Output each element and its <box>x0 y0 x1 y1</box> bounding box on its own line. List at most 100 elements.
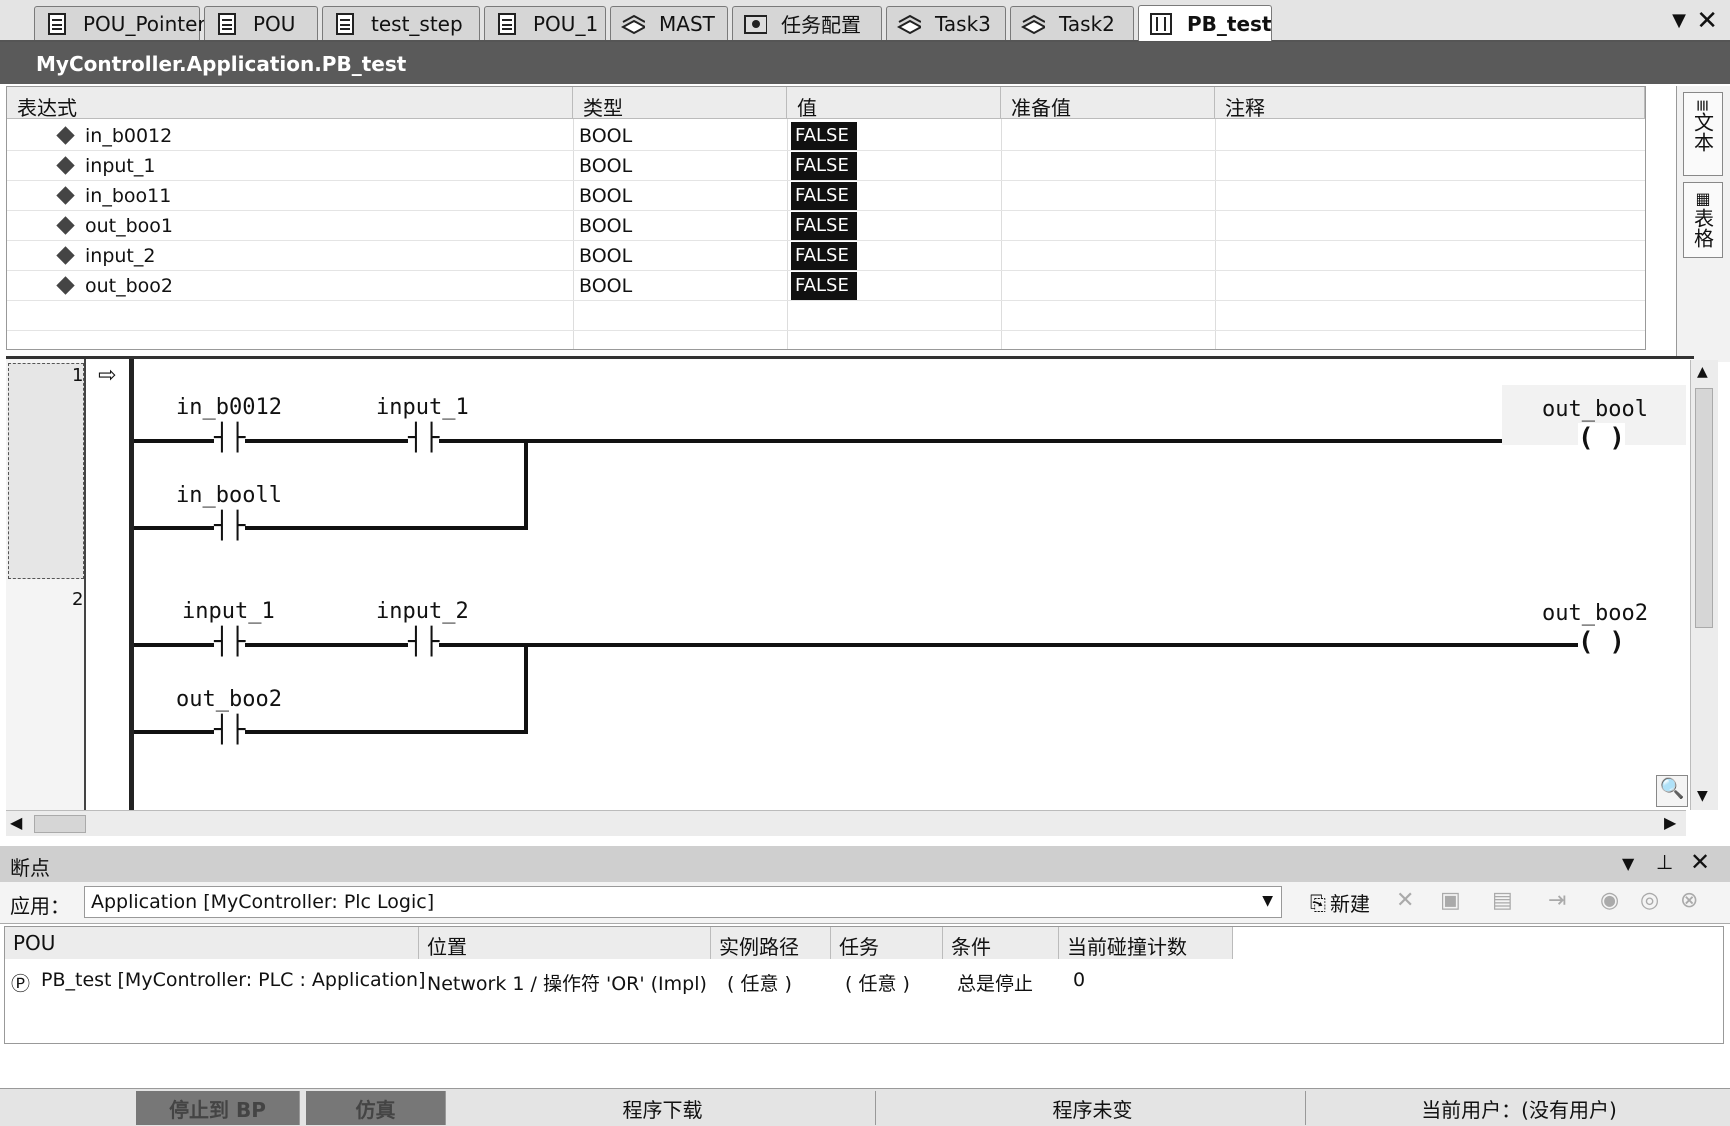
tab-pou[interactable]: POU <box>204 6 318 40</box>
contact-symbol[interactable]: ┤├ <box>408 423 440 453</box>
rung-wire <box>134 643 1589 647</box>
document-icon <box>45 12 69 36</box>
contact-symbol[interactable]: ┤├ <box>214 423 246 453</box>
tab-mast[interactable]: MAST <box>610 6 728 40</box>
task-config-icon <box>743 12 767 36</box>
contact-label: out_boo2 <box>176 687 282 712</box>
value-cell: FALSE <box>791 182 857 210</box>
pin-icon[interactable]: ⊥ <box>1656 850 1673 874</box>
table-view-icon: ▦ <box>1693 189 1713 208</box>
application-select[interactable]: Application [MyController: Plc Logic] ▼ <box>84 886 1282 918</box>
table-row[interactable]: out_boo1 BOOL FALSE <box>7 211 1645 241</box>
table-row[interactable]: in_boo11 BOOL FALSE <box>7 181 1645 211</box>
contact-symbol[interactable]: ┤├ <box>214 627 246 657</box>
table-row[interactable]: out_boo2 BOOL FALSE <box>7 271 1645 301</box>
type-cell: BOOL <box>579 125 633 147</box>
parallel-branch-wire <box>134 730 528 734</box>
scroll-right-icon[interactable]: ▶ <box>1664 813 1676 832</box>
delete-icon[interactable]: ✕ <box>1396 888 1414 913</box>
horizontal-scrollbar[interactable]: ◀ ▶ <box>6 810 1686 836</box>
table-row[interactable]: in_b0012 BOOL FALSE <box>7 121 1645 151</box>
column-header-instance-path[interactable]: 实例路径 <box>711 927 831 959</box>
close-icon[interactable]: ✕ <box>1690 848 1710 876</box>
tab-task-config[interactable]: 任务配置 <box>732 6 882 40</box>
value-cell: FALSE <box>791 122 857 150</box>
column-header-comment[interactable]: 注释 <box>1215 87 1645 120</box>
text-view-button[interactable]: ≣ 文本 <box>1683 92 1723 176</box>
variable-icon <box>56 216 75 235</box>
column-header-expression[interactable]: 表达式 <box>7 87 573 120</box>
coil-symbol[interactable]: ( ) <box>1578 627 1625 657</box>
chevron-down-icon[interactable]: ▼ <box>1622 854 1634 873</box>
zoom-icon[interactable]: 🔍 <box>1656 775 1688 807</box>
tab-pb-test[interactable]: PB_test <box>1138 5 1272 41</box>
editor-tab-bar: POU_Pointer POU test_step POU_1 MAST 任务配… <box>0 0 1730 42</box>
value-cell: FALSE <box>791 152 857 180</box>
column-header-hit-count[interactable]: 当前碰撞计数 <box>1059 927 1233 959</box>
scroll-thumb[interactable] <box>34 815 86 833</box>
contact-symbol[interactable]: ┤├ <box>214 715 246 745</box>
contact-label: input_1 <box>182 599 275 624</box>
tab-task3[interactable]: Task3 <box>886 6 1006 40</box>
table-row-empty[interactable] <box>7 301 1645 331</box>
enable-icon[interactable]: ◉ <box>1600 888 1619 913</box>
go-to-icon[interactable]: ⇥ <box>1548 888 1566 913</box>
column-header-condition[interactable]: 条件 <box>943 927 1059 959</box>
column-header-value[interactable]: 值 <box>787 87 1001 120</box>
chevron-down-icon[interactable]: ▼ <box>1672 10 1686 31</box>
condition-cell: 总是停止 <box>957 973 1034 995</box>
expression-cell: in_b0012 <box>85 125 173 147</box>
contact-label: in_booll <box>176 483 282 508</box>
column-header-prepared-value[interactable]: 准备值 <box>1001 87 1215 120</box>
table-row[interactable]: input_2 BOOL FALSE <box>7 241 1645 271</box>
contact-label: in_b0012 <box>176 395 282 420</box>
rung-number: 1 <box>72 365 84 386</box>
value-cell: FALSE <box>791 242 857 270</box>
table-view-button[interactable]: ▦ 表格 <box>1683 182 1723 258</box>
delete-all-icon[interactable]: ⊗ <box>1680 888 1698 913</box>
table-row[interactable]: Ⓟ PB_test [MyController: PLC : Applicati… <box>5 963 1723 997</box>
tab-test-step[interactable]: test_step <box>322 6 480 40</box>
tab-label: Task3 <box>935 11 991 36</box>
rung-number: 2 <box>72 589 84 610</box>
column-header-location[interactable]: 位置 <box>419 927 711 959</box>
contact-label: input_1 <box>376 395 469 420</box>
scroll-down-icon[interactable]: ▼ <box>1697 788 1708 804</box>
task-icon <box>897 12 921 36</box>
expression-cell: in_boo11 <box>85 185 172 207</box>
column-header-task[interactable]: 任务 <box>831 927 943 959</box>
vertical-scrollbar[interactable]: ▲ ▼ <box>1690 360 1718 810</box>
column-header-pou[interactable]: POU <box>5 927 419 959</box>
edit-icon[interactable]: ▣ <box>1440 888 1461 913</box>
new-breakpoint-button[interactable]: ⎘ 新建 <box>1310 888 1370 917</box>
type-cell: BOOL <box>579 215 633 237</box>
tab-label: PB_test <box>1187 11 1272 36</box>
disable-icon[interactable]: ◎ <box>1640 888 1659 913</box>
variable-icon <box>56 156 75 175</box>
scroll-thumb[interactable] <box>1695 388 1713 628</box>
scroll-up-icon[interactable]: ▲ <box>1697 364 1708 380</box>
tab-task2[interactable]: Task2 <box>1010 6 1134 40</box>
close-icon[interactable]: ✕ <box>1696 6 1718 36</box>
type-cell: BOOL <box>579 185 633 207</box>
contact-symbol[interactable]: ┤├ <box>214 511 246 541</box>
tab-pou-pointer[interactable]: POU_Pointer <box>34 6 206 40</box>
table-row[interactable]: input_1 BOOL FALSE <box>7 151 1645 181</box>
document-icon <box>333 12 357 36</box>
chevron-down-icon: ▼ <box>1262 893 1273 909</box>
value-cell: FALSE <box>791 272 857 300</box>
variable-icon <box>56 246 75 265</box>
tab-label: POU_Pointer <box>83 11 206 36</box>
rung-selection[interactable] <box>8 363 84 579</box>
network-gutter: 1 2 <box>6 359 86 811</box>
properties-icon[interactable]: ▤ <box>1492 888 1513 913</box>
contact-symbol[interactable]: ┤├ <box>408 627 440 657</box>
editor-path: MyController.Application.PB_test <box>0 42 1730 84</box>
tab-pou-1[interactable]: POU_1 <box>484 6 606 40</box>
tab-label: MAST <box>659 11 715 36</box>
parallel-branch-join <box>524 439 528 530</box>
scroll-left-icon[interactable]: ◀ <box>10 813 22 832</box>
coil-symbol[interactable]: ( ) <box>1578 423 1625 453</box>
column-header-type[interactable]: 类型 <box>573 87 787 120</box>
ladder-editor[interactable]: 1 2 ⇨ in_b0012 ┤├ input_1 ┤├ in_booll ┤├… <box>6 356 1694 811</box>
